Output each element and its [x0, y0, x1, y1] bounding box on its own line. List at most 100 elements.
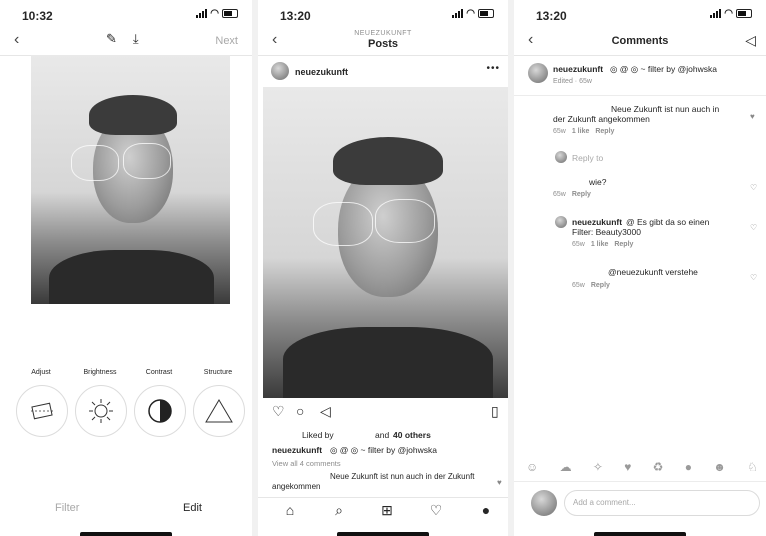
- comment-time: 65w: [553, 128, 566, 135]
- tool-adjust[interactable]: [16, 385, 68, 437]
- battery-icon: [478, 9, 494, 18]
- avatar[interactable]: [271, 62, 289, 80]
- emoji-icon[interactable]: ☻: [713, 460, 726, 474]
- back-icon[interactable]: ‹: [14, 31, 19, 49]
- comment-preview: Neue Zukunft ist nun auch in der Zukunft…: [272, 472, 475, 491]
- download-icon[interactable]: ⤓: [133, 31, 139, 47]
- contrast-icon: [148, 399, 172, 423]
- emoji-bar: ☺ ☁ ✧ ♥ ♻ ● ☻ ♘: [526, 460, 758, 474]
- tool-label-structure: Structure: [203, 369, 233, 376]
- like-heart-icon[interactable]: ♡: [272, 403, 285, 420]
- brightness-icon: [89, 399, 113, 423]
- battery-icon: [222, 9, 238, 18]
- comment-meta: 65w Reply: [572, 282, 610, 289]
- tool-contrast[interactable]: [134, 385, 186, 437]
- emoji-icon[interactable]: ☺: [526, 460, 538, 474]
- comment-likes[interactable]: 1 like: [591, 241, 609, 248]
- reply-to-input[interactable]: Reply to: [572, 153, 603, 163]
- comment-like-icon[interactable]: ♡: [750, 223, 757, 232]
- comment-meta: 65w 1 like Reply: [553, 128, 614, 135]
- likes-others[interactable]: 40 others: [393, 430, 431, 440]
- tab-filter[interactable]: Filter: [55, 502, 79, 514]
- comment-input[interactable]: Add a comment...: [564, 490, 760, 516]
- wifi-icon: ◠: [724, 8, 733, 19]
- reply-button[interactable]: Reply: [591, 282, 610, 289]
- tab-edit[interactable]: Edit: [183, 502, 202, 514]
- comment-avatar[interactable]: [555, 216, 567, 228]
- reply-button[interactable]: Reply: [595, 128, 614, 135]
- tool-brightness[interactable]: [75, 385, 127, 437]
- tool-structure[interactable]: [193, 385, 245, 437]
- posts-header: ‹ NEUEZUKUNFT Posts: [258, 27, 508, 56]
- liked-by-text: Liked by: [302, 430, 334, 440]
- tool-label-brightness: Brightness: [83, 369, 117, 376]
- home-indicator: [80, 532, 172, 536]
- post-username[interactable]: neuezukunft: [295, 67, 348, 77]
- user-avatar: [531, 490, 557, 516]
- emoji-icon[interactable]: ♥: [624, 460, 631, 474]
- comment-text: @ Es gibt da so einen Filter: Beauty3000: [572, 217, 710, 237]
- reply-button[interactable]: Reply: [572, 191, 591, 198]
- edit-header: ‹ ✎ ⤓ Next: [0, 27, 252, 56]
- photo-shirt: [283, 327, 493, 398]
- photo-glasses-left: [313, 202, 373, 246]
- profile-icon[interactable]: ●: [476, 502, 496, 518]
- direct-share-icon[interactable]: ◁: [745, 32, 756, 49]
- emoji-icon[interactable]: ♻: [653, 460, 664, 474]
- signal-icon: [710, 9, 722, 18]
- reply-button[interactable]: Reply: [614, 241, 633, 248]
- tool-label-adjust: Adjust: [31, 369, 51, 376]
- structure-icon: [205, 399, 233, 423]
- comment-icon[interactable]: ○: [296, 403, 304, 419]
- next-button[interactable]: Next: [215, 35, 238, 47]
- comment-text: @neuezukunft verstehe: [608, 267, 698, 277]
- comment-like-icon[interactable]: ♥: [497, 478, 502, 487]
- caption-avatar[interactable]: [528, 63, 548, 83]
- status-time: 13:20: [280, 9, 311, 23]
- status-time: 10:32: [22, 9, 53, 23]
- photo-hair: [89, 95, 177, 135]
- home-indicator: [337, 532, 429, 536]
- status-bar: 10:32 ◠: [0, 0, 252, 26]
- divider: [514, 95, 766, 96]
- battery-icon: [736, 9, 752, 18]
- comment-time: 65w: [572, 241, 585, 248]
- comment-meta: 65w Reply: [553, 191, 591, 198]
- bookmark-icon[interactable]: ▯: [491, 403, 499, 420]
- bottom-nav: ⌂ ⌕ ⊞ ♡ ●: [258, 497, 508, 528]
- tool-label-contrast: Contrast: [145, 369, 173, 376]
- photo-glasses-left: [71, 145, 119, 181]
- comments-header: ‹ Comments ◁: [514, 27, 766, 56]
- comment-meta: 65w 1 like Reply: [572, 241, 633, 248]
- page-title: Posts: [368, 38, 398, 50]
- signal-icon: [452, 9, 464, 18]
- emoji-icon[interactable]: ♘: [747, 460, 758, 474]
- caption-username[interactable]: neuezukunft: [553, 64, 603, 74]
- comment-like-icon[interactable]: ♥: [750, 112, 755, 121]
- activity-heart-icon[interactable]: ♡: [426, 502, 446, 519]
- profile-name: NEUEZUKUNFT: [354, 30, 412, 37]
- view-all-comments[interactable]: View all 4 comments: [272, 459, 341, 468]
- caption-username[interactable]: neuezukunft: [272, 445, 322, 455]
- comment-text: Neue Zukunft ist nun auch in der Zukunft…: [553, 104, 720, 124]
- edit-photo: [31, 55, 230, 304]
- signal-icon: [196, 9, 208, 18]
- home-icon[interactable]: ⌂: [280, 502, 300, 518]
- post-photo[interactable]: [263, 87, 508, 398]
- photo-glasses-right: [123, 143, 171, 179]
- more-options-icon[interactable]: •••: [486, 63, 500, 74]
- new-post-icon[interactable]: ⊞: [377, 502, 397, 519]
- home-indicator: [594, 532, 686, 536]
- search-icon[interactable]: ⌕: [329, 502, 349, 519]
- comment-likes[interactable]: 1 like: [572, 128, 590, 135]
- magic-wand-icon[interactable]: ✎: [106, 31, 117, 47]
- emoji-icon[interactable]: ●: [685, 460, 692, 474]
- status-bar: 13:20 ◠: [258, 0, 508, 26]
- comment-like-icon[interactable]: ♡: [750, 183, 757, 192]
- share-icon[interactable]: ◁: [320, 403, 331, 420]
- caption-meta: Edited · 65w: [553, 78, 592, 85]
- comment-like-icon[interactable]: ♡: [750, 273, 757, 282]
- emoji-icon[interactable]: ✧: [593, 460, 603, 474]
- emoji-icon[interactable]: ☁: [560, 460, 572, 474]
- photo-shirt: [49, 250, 214, 304]
